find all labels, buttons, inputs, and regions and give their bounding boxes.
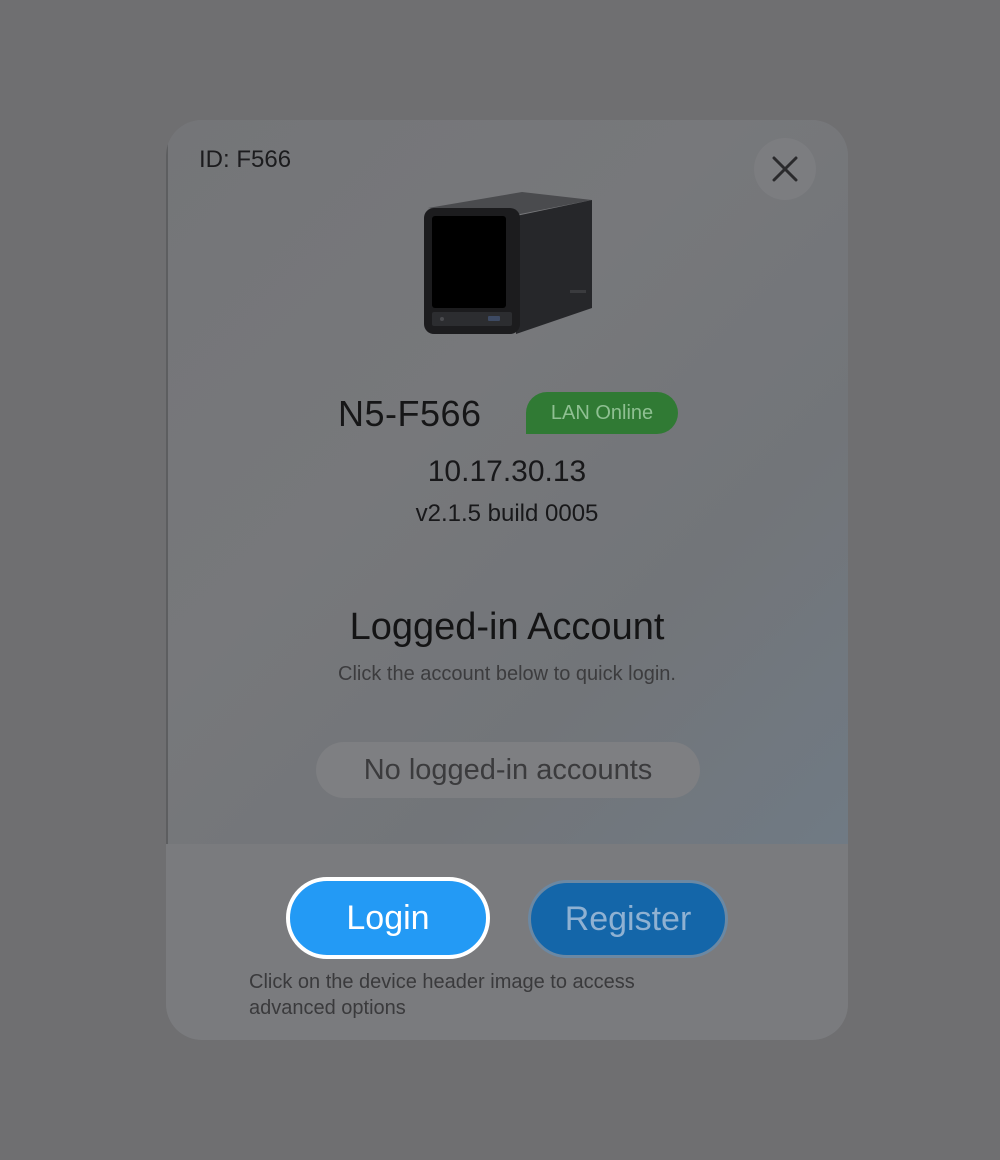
empty-accounts-placeholder: No logged-in accounts — [316, 742, 700, 798]
close-button[interactable] — [754, 138, 816, 200]
login-button[interactable]: Login — [286, 877, 490, 959]
device-name: N5-F566 — [338, 393, 482, 434]
register-button[interactable]: Register — [528, 880, 728, 958]
nas-device-icon — [424, 192, 592, 334]
firmware-version: v2.1.5 build 0005 — [415, 500, 599, 527]
device-dialog: ID: F566 N5-F566 LAN Online 10.17.30.13 … — [166, 120, 848, 1040]
device-ip-address: 10.17.30.13 — [427, 455, 587, 488]
device-header-image[interactable] — [420, 190, 596, 338]
logged-in-account-subtitle: Click the account below to quick login. — [338, 663, 676, 685]
device-id-label: ID: F566 — [199, 146, 292, 173]
advanced-options-hint: Click on the device header image to acce… — [249, 971, 635, 1019]
logged-in-account-title: Logged-in Account — [349, 606, 665, 648]
status-badge: LAN Online — [526, 392, 678, 434]
close-icon — [772, 156, 798, 182]
